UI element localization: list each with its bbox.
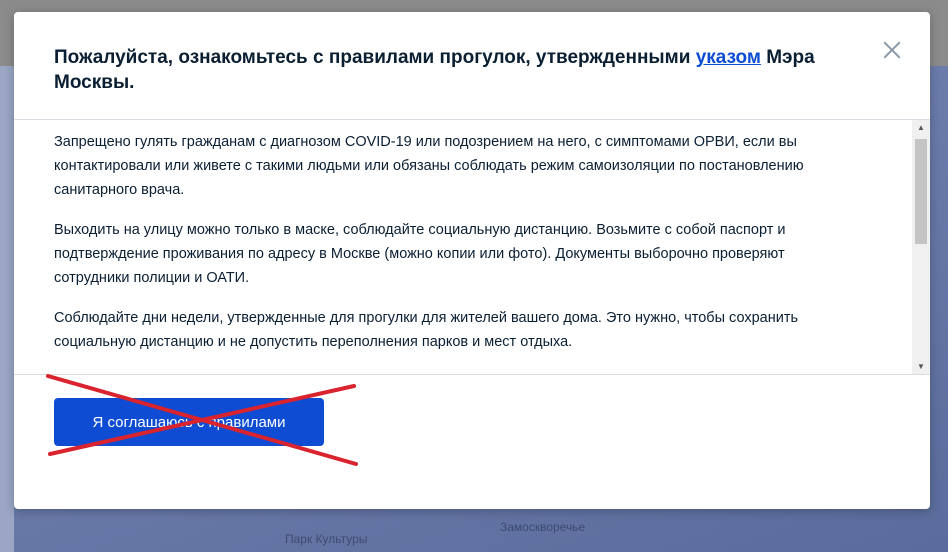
- rules-scroll-area[interactable]: Запрещено гулять гражданам с диагнозом C…: [14, 120, 930, 375]
- background-sidebar: [0, 66, 14, 552]
- rule-paragraph: Соблюдайте дни недели, утвержденные для …: [54, 310, 799, 350]
- scrollbar[interactable]: ▲ ▼: [912, 120, 930, 375]
- rules-modal: Пожалуйста, ознакомьтесь с правилами про…: [14, 12, 930, 509]
- rules-text: Запрещено гулять гражданам с диагнозом C…: [54, 130, 854, 370]
- rule-paragraph: Запрещено гулять гражданам с диагнозом C…: [54, 134, 804, 198]
- chevron-down-icon[interactable]: ▼: [912, 359, 930, 375]
- modal-title-text: Пожалуйста, ознакомьтесь с правилами про…: [54, 47, 696, 68]
- chevron-up-icon[interactable]: ▲: [912, 120, 930, 136]
- rule-paragraph: Выходить на улицу можно только в маске, …: [54, 222, 786, 286]
- map-label-park-kultury: Парк Культуры: [285, 532, 368, 546]
- map-label-zamoskvorechye: Замоскворечье: [500, 520, 586, 534]
- agree-button[interactable]: Я соглашаюсь с правилами: [54, 398, 324, 446]
- divider-bottom: [14, 374, 930, 375]
- close-icon[interactable]: [880, 38, 904, 62]
- scrollbar-thumb[interactable]: [915, 139, 927, 244]
- decree-link[interactable]: указом: [696, 47, 761, 68]
- modal-title: Пожалуйста, ознакомьтесь с правилами про…: [54, 45, 834, 95]
